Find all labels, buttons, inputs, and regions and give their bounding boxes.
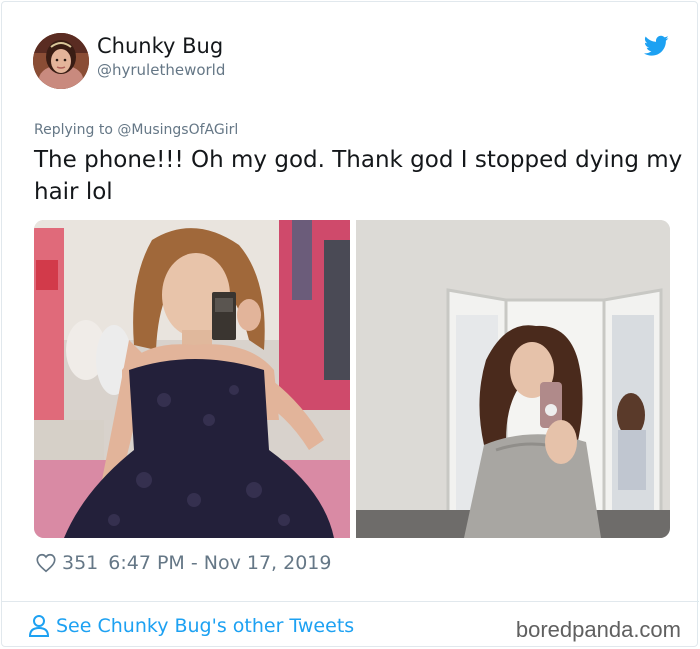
display-name[interactable]: Chunky Bug xyxy=(97,34,223,58)
see-other-tweets-label[interactable]: See Chunky Bug's other Tweets xyxy=(56,615,354,637)
replying-to[interactable]: Replying to @MusingsOfAGirl xyxy=(34,122,238,138)
tweet-card: Chunky Bug @hyruletheworld Replying to @… xyxy=(1,1,699,647)
photo-image xyxy=(356,220,670,538)
tweet-photo-right[interactable] xyxy=(356,220,670,538)
avatar-image xyxy=(33,33,89,89)
heart-icon[interactable] xyxy=(35,552,57,574)
tweet-photo-left[interactable] xyxy=(34,220,350,538)
tweet-text: The phone!!! Oh my god. Thank god I stop… xyxy=(34,147,683,205)
like-count: 351 xyxy=(62,552,99,574)
person-icon xyxy=(28,615,50,637)
tweet-meta: 351 6:47 PM - Nov 17, 2019 xyxy=(35,550,332,576)
twitter-bird-icon[interactable] xyxy=(644,35,669,57)
watermark: boredpanda.com xyxy=(515,617,681,642)
timestamp[interactable]: 6:47 PM - Nov 17, 2019 xyxy=(108,552,331,574)
user-handle[interactable]: @hyruletheworld xyxy=(97,61,225,79)
photo-image xyxy=(34,220,350,538)
divider xyxy=(2,601,699,602)
avatar[interactable] xyxy=(33,33,89,89)
see-other-tweets-link[interactable]: See Chunky Bug's other Tweets xyxy=(28,614,354,638)
